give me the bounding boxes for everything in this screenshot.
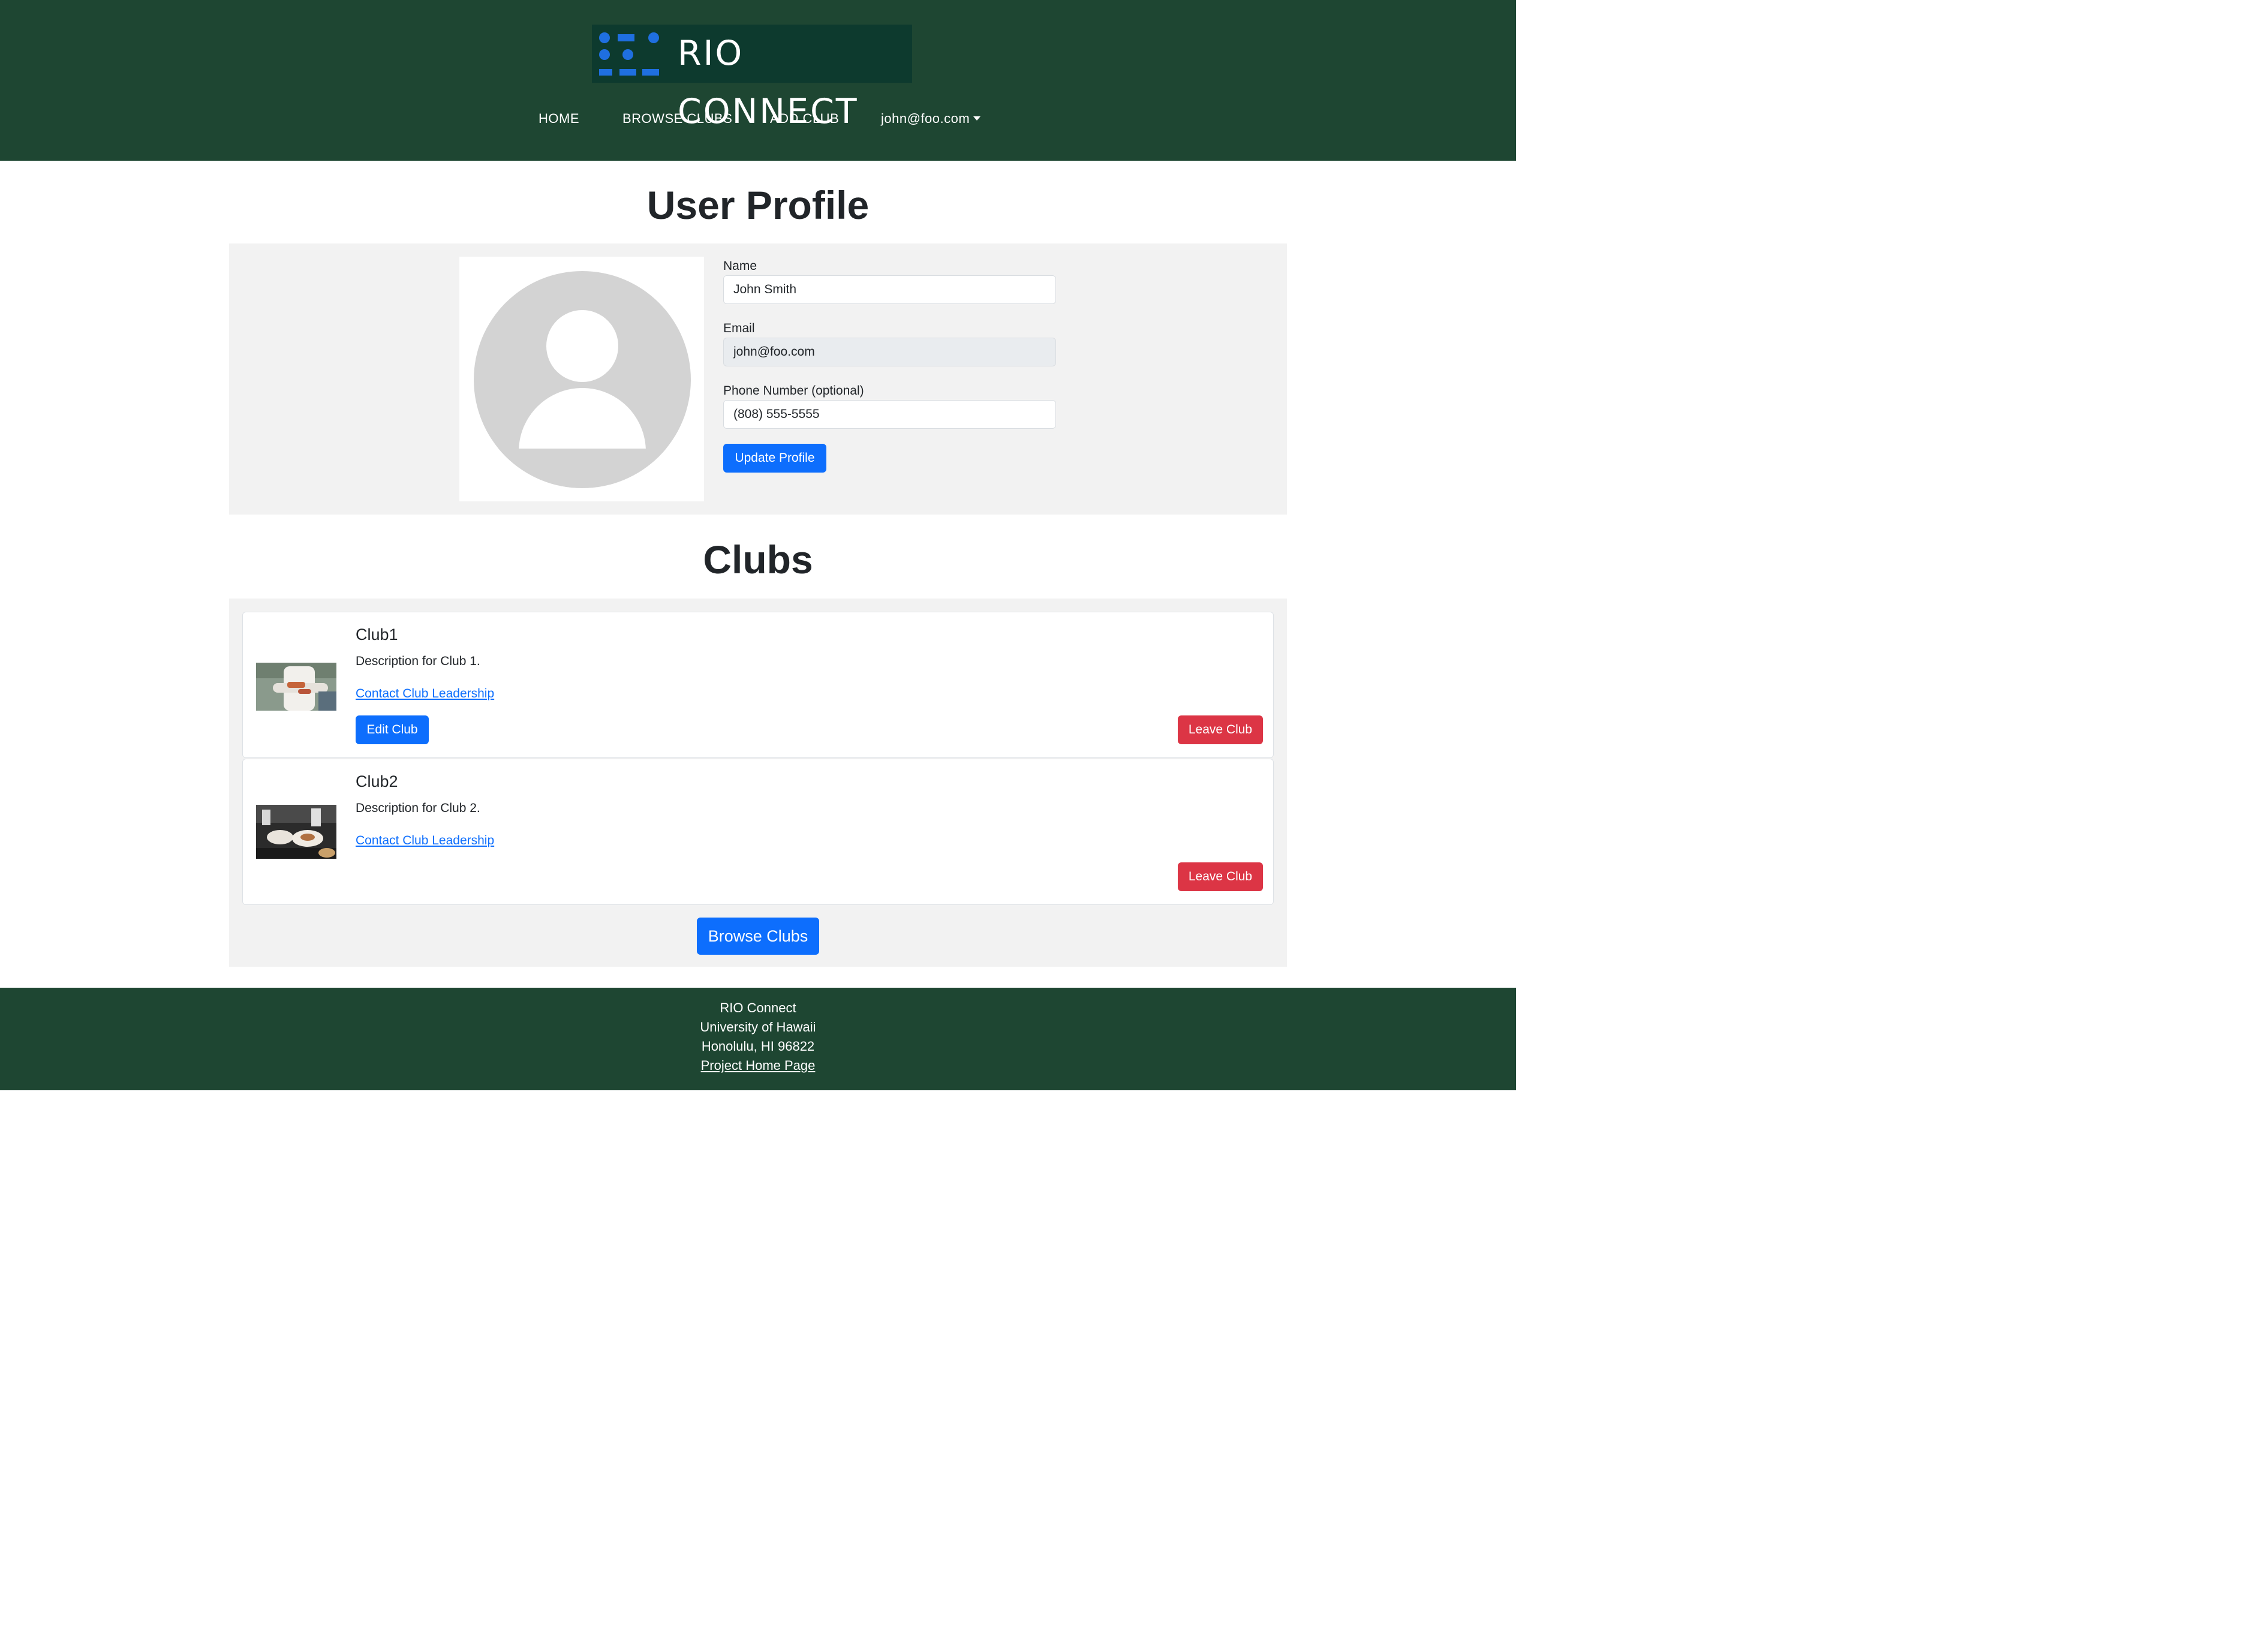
contact-club-leadership-link[interactable]: Contact Club Leadership: [356, 834, 494, 848]
clubs-title: Clubs: [703, 537, 813, 582]
logo-text: RIO CONNECT: [678, 34, 859, 131]
user-silhouette-icon: [474, 271, 691, 488]
email-field: [723, 338, 1056, 366]
footer-org-name: RIO Connect: [720, 1000, 796, 1015]
club-card: Club1 Description for Club 1. Contact Cl…: [242, 612, 1274, 758]
contact-club-leadership-link[interactable]: Contact Club Leadership: [356, 687, 494, 701]
email-label: Email: [723, 321, 755, 335]
user-menu-label: john@foo.com: [881, 111, 970, 126]
site-header: RIO CONNECT HOME BROWSE CLUBS ADD CLUB j…: [0, 0, 1516, 161]
rio-connect-logo[interactable]: RIO CONNECT: [592, 25, 912, 131]
footer-address: Honolulu, HI 96822: [701, 1039, 815, 1054]
page-title: User Profile: [646, 183, 870, 227]
leave-club-button[interactable]: Leave Club: [1178, 715, 1263, 744]
page: RIO CONNECT HOME BROWSE CLUBS ADD CLUB j…: [0, 0, 1516, 1090]
club-description: Description for Club 1.: [356, 654, 480, 668]
club-description: Description for Club 2.: [356, 801, 480, 815]
club-name: Club2: [356, 772, 398, 790]
nav-home[interactable]: HOME: [539, 107, 579, 131]
profile-panel: Name Email Phone Number (optional) Updat…: [229, 243, 1287, 515]
nav-add-club[interactable]: ADD CLUB: [770, 107, 839, 131]
club-name: Club1: [356, 625, 398, 643]
nav-user-menu[interactable]: john@foo.com: [881, 107, 981, 131]
club-image: [256, 663, 336, 711]
caret-down-icon: [973, 116, 981, 121]
rio-connect-logo-icon: [599, 32, 659, 76]
edit-club-button[interactable]: Edit Club: [356, 715, 429, 744]
phone-field[interactable]: [723, 400, 1056, 429]
browse-clubs-button[interactable]: Browse Clubs: [697, 918, 819, 955]
clubs-panel: Club1 Description for Club 1. Contact Cl…: [229, 599, 1287, 967]
project-home-page-link[interactable]: Project Home Page: [701, 1058, 816, 1073]
name-label: Name: [723, 259, 757, 273]
site-footer: RIO Connect University of Hawaii Honolul…: [0, 988, 1516, 1090]
phone-label: Phone Number (optional): [723, 384, 864, 398]
club-card: Club2 Description for Club 2. Contact Cl…: [242, 759, 1274, 905]
club-image: [256, 805, 336, 859]
update-profile-button[interactable]: Update Profile: [723, 444, 826, 473]
main-nav: HOME BROWSE CLUBS ADD CLUB john@foo.com: [0, 107, 1516, 131]
nav-browse-clubs[interactable]: BROWSE CLUBS: [622, 107, 732, 131]
footer-university: University of Hawaii: [700, 1019, 816, 1034]
name-field[interactable]: [723, 275, 1056, 304]
leave-club-button[interactable]: Leave Club: [1178, 862, 1263, 891]
avatar: [459, 257, 704, 501]
